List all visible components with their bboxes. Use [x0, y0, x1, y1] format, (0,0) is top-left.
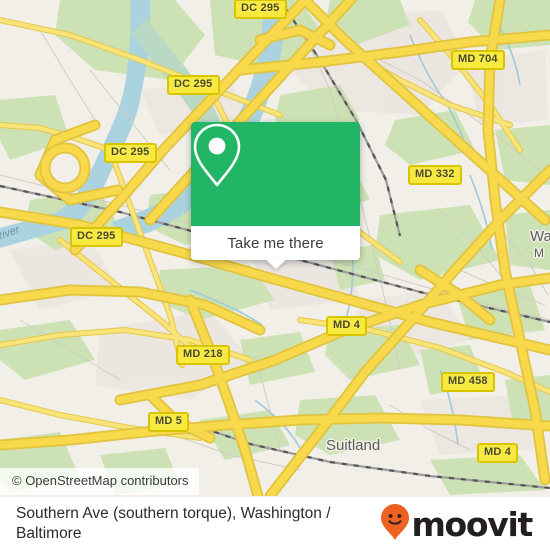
road-shield: MD 4	[326, 316, 368, 336]
moovit-wordmark: moovit	[411, 504, 533, 544]
road-shield: DC 295	[234, 0, 287, 19]
destination-popup-card[interactable]: Take me there	[191, 122, 360, 269]
place-label-suitland: Suitland	[326, 437, 381, 454]
popup-pointer-tail	[264, 259, 287, 269]
road-shield: MD 5	[148, 412, 190, 432]
road-shield: MD 218	[176, 345, 230, 365]
map-share-card: DC 295 DC 295 MD 704 DC 295 MD 332 DC 29…	[0, 0, 550, 550]
road-shield: MD 332	[408, 165, 462, 185]
place-label-secondary: M	[534, 246, 544, 260]
moovit-logo[interactable]: moovit	[380, 503, 550, 546]
location-title: Southern Ave (southern torque), Washingt…	[16, 505, 331, 542]
footer-bar: Southern Ave (southern torque), Washingt…	[0, 496, 550, 550]
popup-pin-area	[191, 122, 360, 226]
road-shield: MD 4	[477, 443, 519, 463]
take-me-there-label: Take me there	[227, 234, 324, 252]
map-canvas[interactable]: DC 295 DC 295 MD 704 DC 295 MD 332 DC 29…	[0, 0, 550, 496]
osm-attribution[interactable]: © OpenStreetMap contributors	[0, 468, 199, 495]
road-shield: DC 295	[70, 227, 123, 247]
moovit-smiley-pin-icon	[380, 503, 410, 546]
road-shield: DC 295	[104, 143, 157, 163]
road-shield: DC 295	[167, 75, 220, 95]
road-shield: MD 458	[441, 372, 495, 392]
place-label-washington: Wa	[530, 228, 550, 245]
road-shield: MD 704	[451, 50, 505, 70]
take-me-there-button[interactable]: Take me there	[191, 226, 360, 269]
